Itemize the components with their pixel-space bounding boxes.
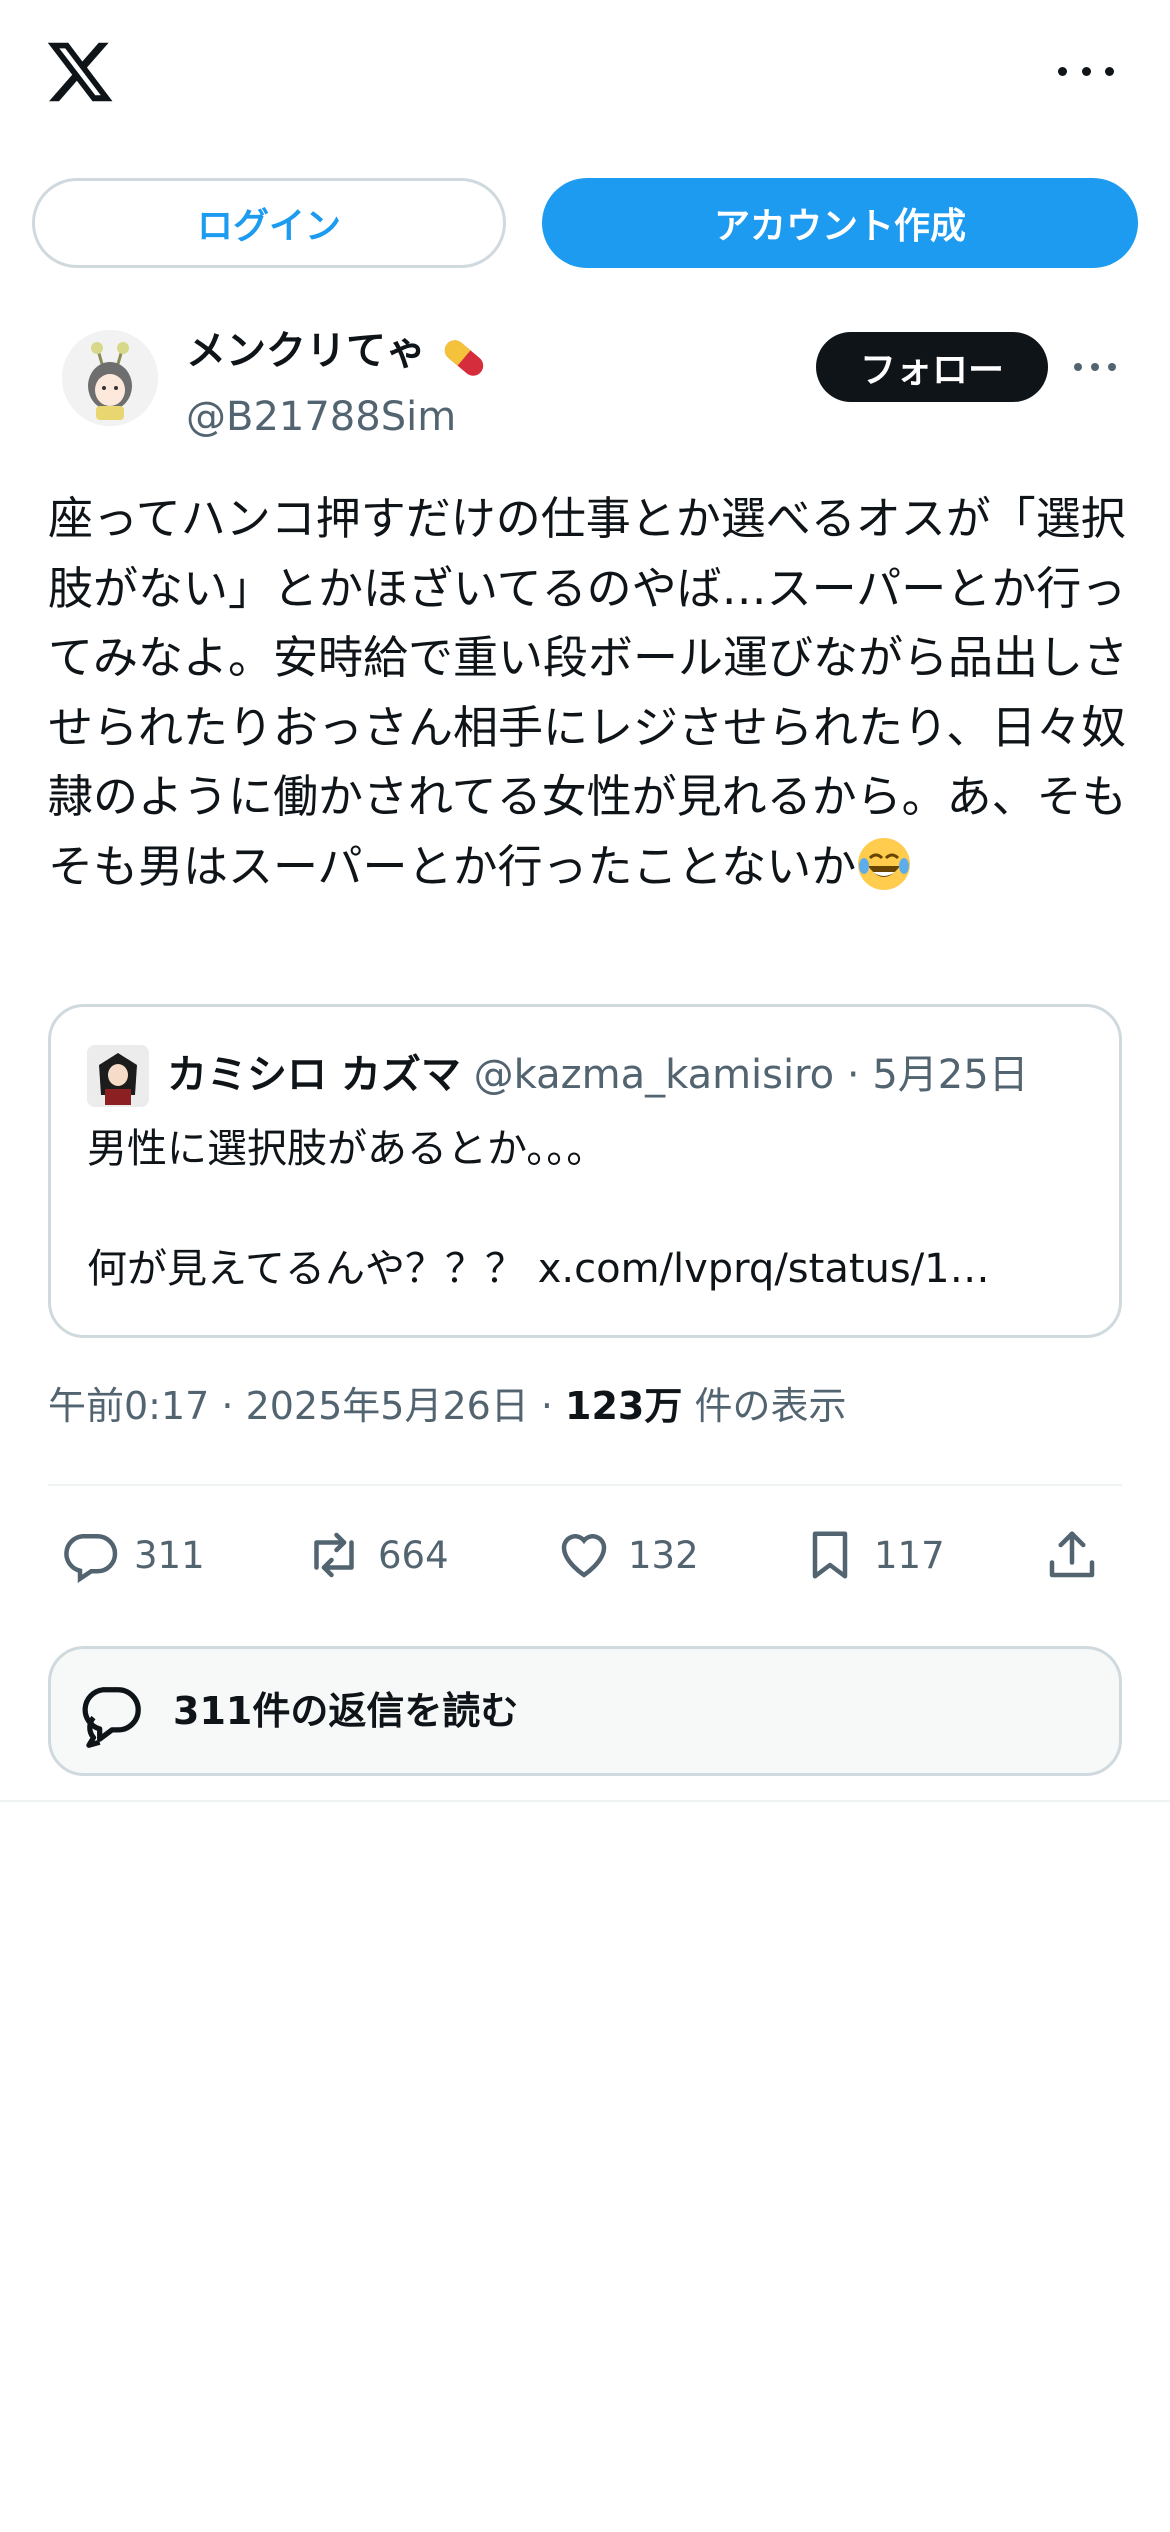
bookmark-action[interactable]: 117 [800, 1520, 945, 1590]
repost-icon [314, 1532, 354, 1578]
quoted-text-line2: 何が見えてるんや？？？ x.com/lvprq/status/1… [87, 1246, 990, 1292]
quoted-header: カミシロ カズマ @kazma_kamisiro · 5月25日 [167, 1045, 1029, 1105]
tweet-text-content: 座ってハンコ押すだけの仕事とか選べるオスが「選択肢がない」とかほざいてるのやば…… [48, 492, 1129, 893]
more-options-icon[interactable] [1058, 56, 1114, 86]
quoted-separator: · [834, 1052, 873, 1098]
quoted-text-line1: 男性に選択肢があるとか。。。 [87, 1126, 607, 1172]
tweet-more-icon[interactable] [1074, 362, 1116, 372]
repost-count: 664 [378, 1533, 449, 1577]
author-handle[interactable]: @B21788Sim [186, 392, 456, 442]
bookmark-count: 117 [874, 1533, 945, 1577]
repost-action[interactable]: 664 [304, 1520, 449, 1590]
quoted-author-name: カミシロ カズマ [167, 1052, 461, 1098]
tweet-meta: 午前0:17 · 2025年5月26日 · 123万 件の表示 [48, 1376, 846, 1436]
action-bar: 311 664 132 117 [60, 1520, 1122, 1590]
quoted-author-avatar [87, 1045, 149, 1107]
login-button[interactable]: ログイン [32, 178, 506, 268]
replies-bubbles-icon [82, 1687, 141, 1748]
heart-icon [561, 1534, 607, 1578]
quoted-tweet-card[interactable]: カミシロ カズマ @kazma_kamisiro · 5月25日 男性に選択肢が… [48, 1004, 1122, 1338]
share-action[interactable] [1042, 1520, 1102, 1590]
pill-emoji-icon [436, 330, 492, 386]
like-count: 132 [628, 1533, 699, 1577]
like-action[interactable]: 132 [554, 1520, 699, 1590]
reply-count: 311 [134, 1533, 205, 1577]
bookmark-icon [812, 1531, 848, 1579]
divider [48, 1484, 1122, 1486]
tweet-text: 座ってハンコ押すだけの仕事とか選べるオスが「選択肢がない」とかほざいてるのやば…… [48, 484, 1128, 901]
author-avatar[interactable] [62, 330, 158, 426]
author-name[interactable]: メンクリてゃ [186, 326, 426, 376]
reply-bubble-icon [64, 1534, 118, 1583]
top-bar [0, 0, 1170, 150]
x-logo-icon[interactable] [44, 36, 116, 108]
quoted-date: 5月25日 [872, 1052, 1029, 1098]
laughing-tears-emoji-icon [858, 837, 911, 890]
read-replies-button[interactable]: 311件の返信を読む [48, 1646, 1122, 1776]
share-upload-icon [1049, 1531, 1095, 1578]
quoted-author-handle: @kazma_kamisiro [473, 1052, 835, 1098]
section-divider [0, 1800, 1170, 1802]
view-count: 123万 [565, 1384, 683, 1428]
read-replies-label: 311件の返信を読む [173, 1689, 519, 1733]
view-suffix: 件の表示 [694, 1384, 847, 1428]
create-account-button[interactable]: アカウント作成 [542, 178, 1138, 268]
tweet-timestamp[interactable]: 午前0:17 · 2025年5月26日 · [48, 1384, 565, 1428]
reply-action[interactable]: 311 [60, 1520, 205, 1590]
follow-button[interactable]: フォロー [816, 332, 1048, 402]
